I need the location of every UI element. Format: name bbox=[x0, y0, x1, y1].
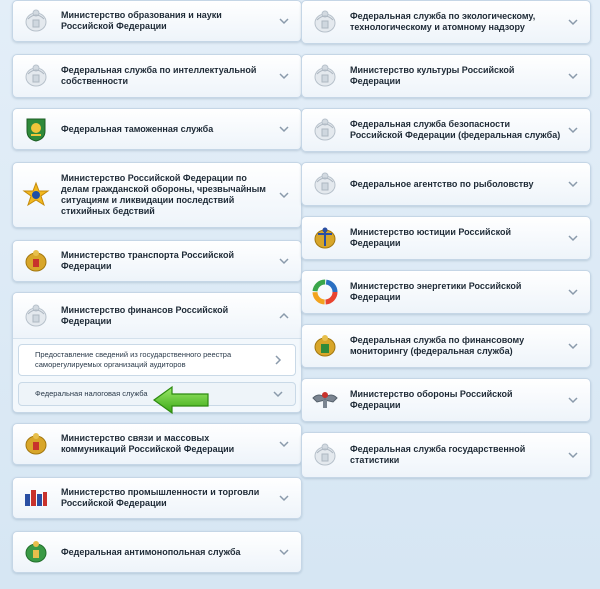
service-card-fishery[interactable]: Федеральное агентство по рыболовству bbox=[301, 162, 591, 206]
card-label: Министерство Российской Федерации по дел… bbox=[61, 173, 266, 216]
service-card-ip[interactable]: Федеральная служба по интеллектуальной с… bbox=[12, 54, 302, 98]
emergency-emblem-icon bbox=[21, 180, 51, 210]
chevron-down-icon bbox=[279, 190, 289, 200]
card-label: Министерство финансов Российской Федерац… bbox=[61, 304, 229, 326]
card-label: Министерство юстиции Российской Федераци… bbox=[350, 227, 512, 248]
gold-eagle-icon bbox=[21, 246, 51, 276]
eagle-icon bbox=[21, 6, 51, 36]
service-card-statistics[interactable]: Федеральная служба государственной стати… bbox=[301, 432, 591, 478]
service-card-education[interactable]: Министерство образования и науки Российс… bbox=[12, 0, 302, 42]
card-label: Министерство энергетики Российской Федер… bbox=[350, 281, 522, 302]
chevron-down-icon bbox=[279, 124, 289, 134]
chevron-down-icon bbox=[568, 287, 578, 297]
green-arrow-left-icon bbox=[152, 385, 209, 415]
card-label: Министерство культуры Российской Федерац… bbox=[350, 65, 515, 86]
card-label: Министерство образования и науки Российс… bbox=[61, 10, 222, 31]
chevron-down-icon bbox=[568, 125, 578, 135]
service-card-industry[interactable]: Министерство промышленности и торговли Р… bbox=[12, 477, 302, 519]
service-card-communications[interactable]: Министерство связи и массовых коммуникац… bbox=[12, 423, 302, 465]
card-label: Федеральная служба безопасности Российск… bbox=[350, 119, 561, 140]
chevron-up-icon bbox=[279, 311, 289, 321]
subitem-auditors-registry[interactable]: Предоставление сведений из государственн… bbox=[18, 344, 296, 376]
service-card-fsb[interactable]: Федеральная служба безопасности Российск… bbox=[301, 108, 591, 152]
card-label: Федеральная служба по интеллектуальной с… bbox=[61, 65, 257, 86]
gold-eagle-icon bbox=[21, 429, 51, 459]
service-card-transport[interactable]: Министерство транспорта Российской Федер… bbox=[12, 240, 302, 282]
service-card-finance[interactable]: Министерство финансов Российской Федерац… bbox=[13, 293, 301, 339]
subitem-label: Предоставление сведений из государственн… bbox=[35, 350, 232, 369]
service-card-energy[interactable]: Министерство энергетики Российской Федер… bbox=[301, 270, 591, 314]
chevron-down-icon bbox=[279, 439, 289, 449]
card-label: Федеральная служба по экологическому, те… bbox=[350, 11, 536, 32]
eagle-icon bbox=[310, 440, 340, 470]
chevron-down-icon bbox=[568, 71, 578, 81]
chevron-down-icon bbox=[568, 233, 578, 243]
industry-emblem-icon bbox=[21, 483, 51, 513]
chevron-down-icon bbox=[279, 493, 289, 503]
antimonopoly-emblem-icon bbox=[21, 537, 51, 567]
right-column: Федеральная служба по экологическому, те… bbox=[301, 0, 591, 488]
chevron-down-icon bbox=[568, 179, 578, 189]
chevron-down-icon bbox=[568, 341, 578, 351]
chevron-down-icon bbox=[279, 547, 289, 557]
chevron-down-icon bbox=[273, 389, 283, 399]
customs-emblem-icon bbox=[21, 114, 51, 144]
eagle-icon bbox=[310, 7, 340, 37]
service-card-rostekhnadzor[interactable]: Федеральная служба по экологическому, те… bbox=[301, 0, 591, 44]
chevron-down-icon bbox=[279, 71, 289, 81]
subitem-label: Федеральная налоговая служба bbox=[35, 389, 148, 398]
card-label: Федеральная служба государственной стати… bbox=[350, 444, 526, 465]
left-column: Министерство образования и науки Российс… bbox=[12, 0, 302, 583]
service-card-finmonitoring[interactable]: Федеральная служба по финансовому монито… bbox=[301, 324, 591, 368]
eagle-icon bbox=[21, 61, 51, 91]
chevron-down-icon bbox=[279, 16, 289, 26]
eagle-icon bbox=[21, 301, 51, 331]
service-card-emergency[interactable]: Министерство Российской Федерации по дел… bbox=[12, 162, 302, 228]
justice-emblem-icon bbox=[310, 223, 340, 253]
finmonitoring-emblem-icon bbox=[310, 331, 340, 361]
card-label: Федеральное агентство по рыболовству bbox=[350, 178, 534, 189]
card-label: Министерство транспорта Российской Федер… bbox=[61, 250, 234, 271]
service-card-customs[interactable]: Федеральная таможенная служба bbox=[12, 108, 302, 150]
card-label: Федеральная служба по финансовому монито… bbox=[350, 335, 525, 356]
card-label: Федеральная антимонопольная служба bbox=[61, 546, 241, 557]
service-card-culture[interactable]: Министерство культуры Российской Федерац… bbox=[301, 54, 591, 98]
defense-eagle-icon bbox=[310, 385, 340, 415]
card-label: Федеральная таможенная служба bbox=[61, 123, 214, 134]
chevron-down-icon bbox=[568, 450, 578, 460]
energy-logo-icon bbox=[310, 277, 340, 307]
chevron-down-icon bbox=[568, 395, 578, 405]
eagle-icon bbox=[310, 61, 340, 91]
eagle-icon bbox=[310, 115, 340, 145]
eagle-icon bbox=[310, 169, 340, 199]
card-label: Министерство связи и массовых коммуникац… bbox=[61, 433, 235, 454]
service-card-defense[interactable]: Министерство обороны Российской Федераци… bbox=[301, 378, 591, 422]
chevron-down-icon bbox=[568, 17, 578, 27]
chevron-down-icon bbox=[279, 256, 289, 266]
chevron-right-icon bbox=[273, 355, 283, 365]
card-label: Министерство промышленности и торговли Р… bbox=[61, 487, 260, 508]
card-label: Министерство обороны Российской Федераци… bbox=[350, 389, 513, 410]
service-card-justice[interactable]: Министерство юстиции Российской Федераци… bbox=[301, 216, 591, 260]
service-card-antimonopoly[interactable]: Федеральная антимонопольная служба bbox=[12, 531, 302, 573]
